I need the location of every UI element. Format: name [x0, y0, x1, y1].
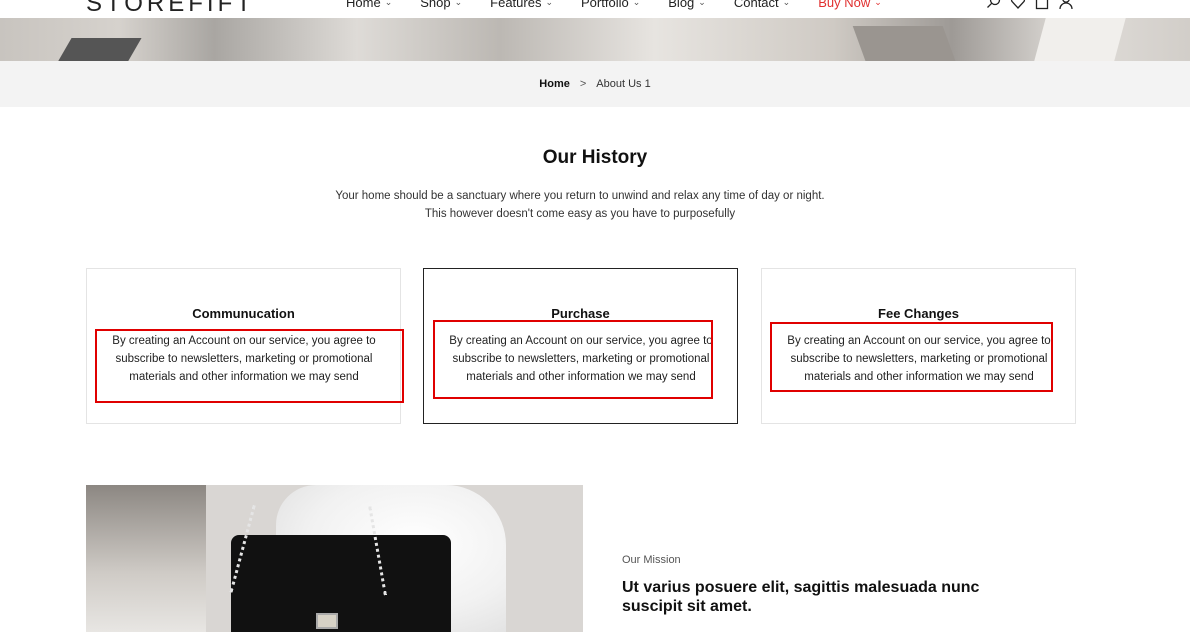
nav-item-contact[interactable]: Contact ⌄: [734, 0, 790, 10]
image-clasp: [316, 613, 338, 629]
chevron-down-icon: ⌄: [874, 0, 882, 7]
heart-icon[interactable]: [1010, 0, 1026, 10]
highlight-box: [770, 322, 1053, 392]
chevron-down-icon: ⌄: [782, 0, 791, 7]
nav-label: Buy Now: [818, 0, 871, 10]
main-nav: Home ⌄ Shop ⌄ Features ⌄ Portfolio ⌄ Blog ⌄ C…: [346, 0, 882, 10]
search-icon[interactable]: [986, 0, 1002, 10]
nav-label: Contact: [733, 0, 779, 10]
mission-kicker: Our Mission: [622, 554, 681, 566]
hero-shape: [48, 38, 142, 61]
nav-item-buy-now[interactable]: Buy Now ⌄: [818, 0, 882, 10]
feature-card-communication: Communucation By creating an Account on …: [86, 268, 404, 424]
nav-item-home[interactable]: Home ⌄: [346, 0, 392, 10]
bag-icon[interactable]: [1034, 0, 1050, 10]
chevron-down-icon: ⌄: [545, 0, 554, 7]
user-icon[interactable]: [1058, 0, 1074, 10]
hero-banner-image: [0, 18, 1190, 61]
chevron-down-icon: ⌄: [384, 0, 393, 7]
card-title: Communucation: [192, 306, 295, 321]
chevron-down-icon: ⌄: [454, 0, 463, 7]
hero-shape: [1034, 18, 1126, 61]
nav-label: Features: [490, 0, 542, 10]
nav-item-shop[interactable]: Shop ⌄: [420, 0, 462, 10]
breadcrumb-separator: >: [579, 78, 587, 90]
nav-label: Shop: [420, 0, 451, 10]
feature-card-purchase: Purchase By creating an Account on our s…: [423, 268, 738, 424]
nav-item-portfolio[interactable]: Portfolio ⌄: [581, 0, 640, 10]
breadcrumb: Home > About Us 1: [0, 78, 1190, 90]
card-title: Purchase: [551, 306, 610, 321]
breadcrumb-current: About Us 1: [596, 78, 651, 90]
site-logo[interactable]: STOREFIFT: [86, 0, 255, 18]
highlight-box: [95, 329, 404, 403]
history-title: Our History: [542, 147, 648, 168]
card-title: Fee Changes: [878, 306, 959, 321]
nav-item-features[interactable]: Features ⌄: [490, 0, 553, 10]
feature-card-fee-changes: Fee Changes By creating an Account on ou…: [761, 268, 1076, 424]
highlight-box: [433, 320, 713, 399]
image-handbag: [231, 535, 451, 632]
nav-label: Home: [346, 0, 381, 10]
header-actions: [986, 0, 1074, 10]
chevron-down-icon: ⌄: [698, 0, 706, 7]
breadcrumb-home-link[interactable]: Home: [539, 78, 570, 90]
chevron-down-icon: ⌄: [632, 0, 641, 7]
history-description: Your home should be a sanctuary where yo…: [335, 190, 825, 220]
nav-label: Portfolio: [581, 0, 629, 10]
breadcrumb-bar: Home > About Us 1: [0, 61, 1190, 107]
image-background: [86, 485, 206, 632]
nav-item-blog[interactable]: Blog ⌄: [668, 0, 706, 10]
mission-title: Ut varius posuere elit, sagittis malesua…: [622, 579, 980, 615]
nav-label: Blog: [668, 0, 695, 10]
site-header: STOREFIFT Home ⌄ Shop ⌄ Features ⌄ Portfoli…: [0, 0, 1190, 18]
mission-image: [86, 485, 583, 632]
hero-shape: [852, 26, 958, 61]
